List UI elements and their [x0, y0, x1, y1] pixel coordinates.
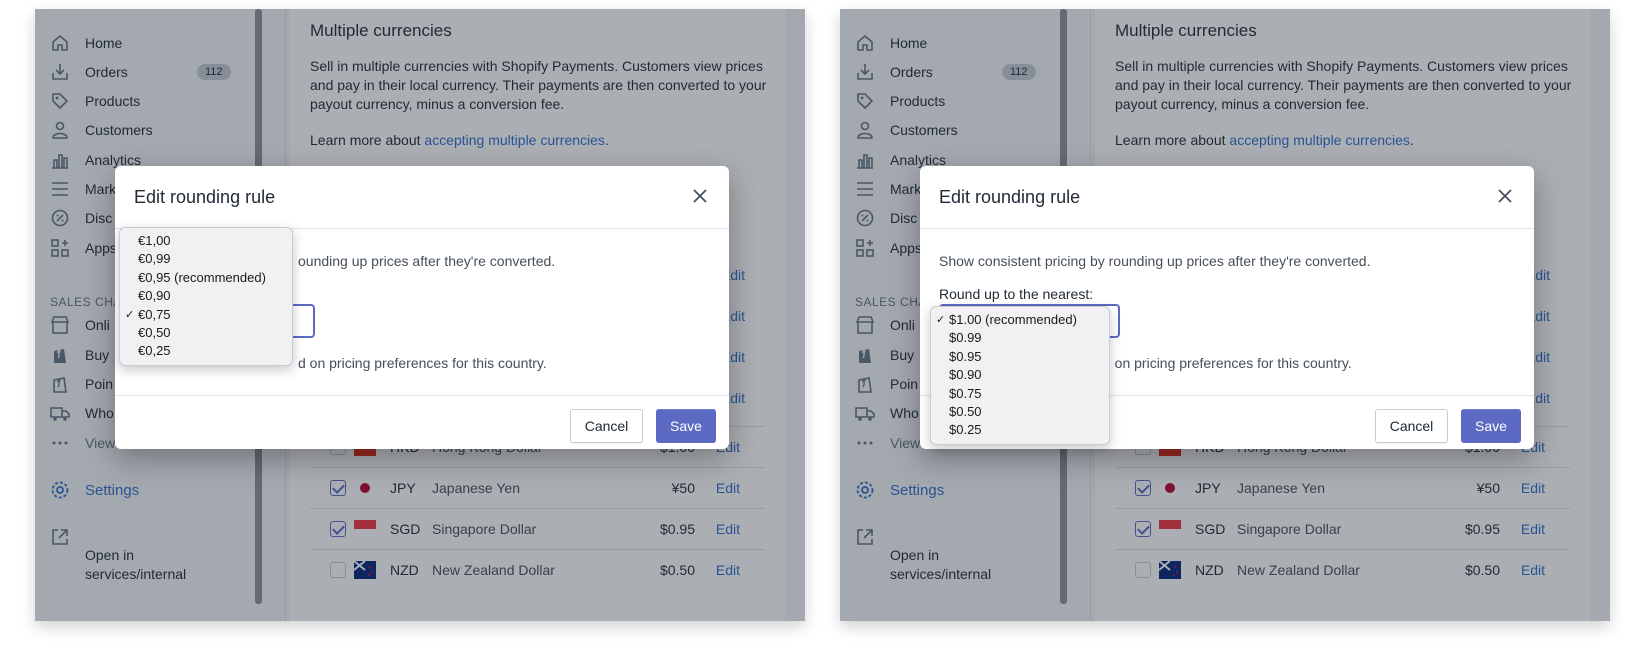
dropdown-option[interactable]: €0,95 (recommended) [120, 269, 292, 287]
modal-description: ounding up prices after they're converte… [298, 253, 556, 269]
option-label: €0,90 [138, 288, 171, 304]
modal-note: d on pricing preferences for this countr… [298, 355, 547, 371]
close-icon[interactable] [1496, 187, 1514, 205]
modal-note: d on pricing preferences for this countr… [1103, 355, 1352, 371]
checkmark-icon: ✓ [125, 308, 135, 321]
rounding-dropdown-eur: €1,00 €0,99 €0,95 (recommended) €0,90 ✓ €… [119, 227, 293, 366]
option-label: $0.90 [949, 367, 982, 383]
round-up-label: Round up to the nearest: [939, 286, 1094, 302]
option-label: €0,75 [138, 306, 171, 322]
save-button[interactable]: Save [1461, 409, 1521, 443]
cancel-button[interactable]: Cancel [570, 409, 643, 443]
option-label: $0.25 [949, 422, 982, 438]
option-label: $1.00 (recommended) [949, 312, 1077, 327]
modal-footer [115, 395, 729, 396]
save-button[interactable]: Save [656, 409, 716, 443]
option-label: $0.75 [949, 385, 982, 401]
dropdown-option[interactable]: €0,50 [120, 324, 292, 342]
screen-eur: Home Orders 112 Products Customers Analy… [35, 9, 805, 621]
dropdown-option[interactable]: $0.25 [931, 421, 1109, 439]
dropdown-option[interactable]: €0,25 [120, 342, 292, 360]
dropdown-option[interactable]: $0.90 [931, 366, 1109, 384]
screen-usd: Home Orders 112 Products Customers Analy… [840, 9, 1610, 621]
modal-description: Show consistent pricing by rounding up p… [939, 253, 1371, 269]
dropdown-option[interactable]: €1,00 [120, 232, 292, 250]
option-label: €0,25 [138, 343, 171, 359]
dropdown-option[interactable]: $0.50 [931, 403, 1109, 421]
dropdown-option[interactable]: $0.75 [931, 385, 1109, 403]
option-label: $0.95 [949, 348, 982, 364]
modal-header: Edit rounding rule [920, 166, 1534, 229]
close-icon[interactable] [691, 187, 709, 205]
modal-header: Edit rounding rule [115, 166, 729, 229]
option-label: €1,00 [138, 233, 171, 248]
rounding-dropdown-usd: ✓ $1.00 (recommended) $0.99 $0.95 $0.90 $… [930, 306, 1110, 445]
option-label: €0,99 [138, 251, 171, 267]
option-label: $0.99 [949, 330, 982, 346]
checkmark-icon: ✓ [936, 314, 946, 326]
dropdown-option[interactable]: €0,99 [120, 250, 292, 268]
modal-title: Edit rounding rule [939, 187, 1081, 207]
dropdown-option[interactable]: €0,90 [120, 287, 292, 305]
option-label: €0,50 [138, 324, 171, 340]
option-label: $0.50 [949, 403, 982, 419]
option-label: €0,95 (recommended) [138, 269, 266, 285]
modal-title: Edit rounding rule [134, 187, 276, 207]
dropdown-option[interactable]: $0.99 [931, 329, 1109, 347]
dropdown-option-selected[interactable]: ✓ $1.00 (recommended) [931, 311, 1109, 329]
dropdown-option[interactable]: $0.95 [931, 348, 1109, 366]
cancel-button[interactable]: Cancel [1375, 409, 1448, 443]
dropdown-option-selected[interactable]: ✓ €0,75 [120, 306, 292, 324]
